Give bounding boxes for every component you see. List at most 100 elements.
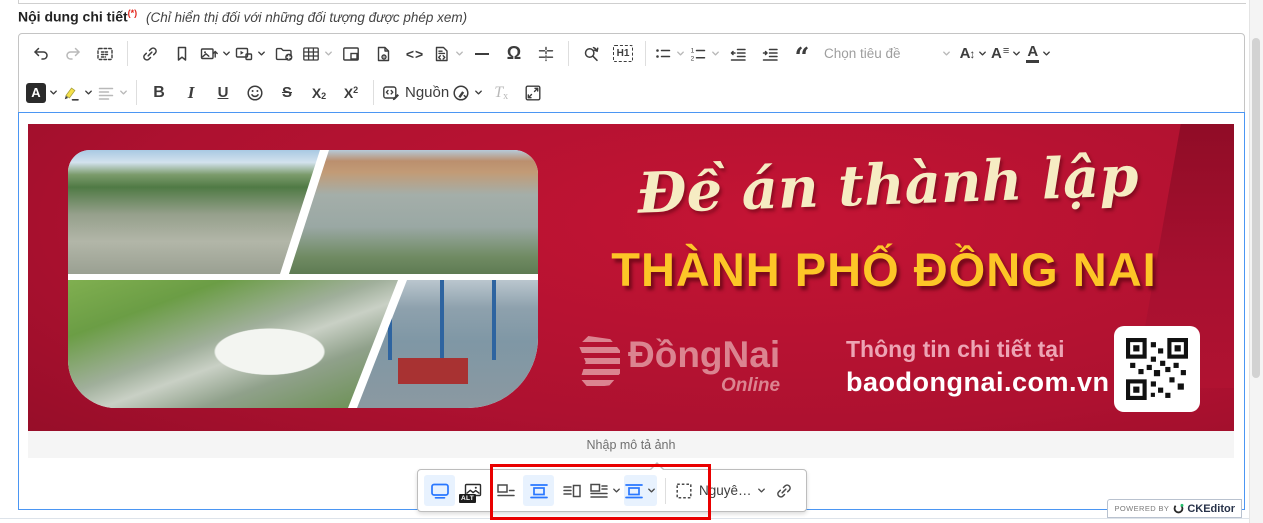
toolbar-row-2: A B I U S X2 X2 Nguồn Tx [25,73,1238,112]
insert-image-button[interactable] [198,39,233,69]
source-editing-button[interactable]: Nguồn [380,78,450,108]
redo-button[interactable] [57,39,89,69]
scrollbar-thumb[interactable] [1252,38,1260,378]
heading-dropdown-label: Chọn tiêu đề [824,46,901,61]
banner-info-url: baodongnai.com.vn [846,367,1114,398]
bookmark-button[interactable] [166,39,198,69]
undo-icon [31,44,51,64]
globe-edit-icon [451,83,471,103]
chevron-down-icon [323,48,334,59]
toolbar-row-1: <> Ω H1 “ Chọn tiêu đề A↕ A≡ A [25,34,1238,73]
superscript-button[interactable]: X2 [335,78,367,108]
page-template-button[interactable] [335,39,367,69]
font-background-color-button[interactable]: A [25,78,60,108]
chevron-down-icon [473,87,484,98]
source-editing-label: Nguồn [405,84,449,101]
editor-toolbar: <> Ω H1 “ Chọn tiêu đề A↕ A≡ A A [18,33,1245,113]
bold-button[interactable]: B [143,78,175,108]
decrease-indent-button[interactable] [722,39,754,69]
dongnai-online-logo: ĐồngNai Online [576,336,780,397]
template-icon [341,44,361,64]
increase-indent-button[interactable] [754,39,786,69]
top-divider [18,0,1246,4]
chevron-down-icon [1041,48,1052,59]
scrollbar-track [1249,0,1263,523]
insert-media-icon [234,44,254,64]
insert-table-button[interactable] [300,39,335,69]
font-family-button[interactable]: A≡ [990,39,1023,69]
text-alignment-button[interactable] [95,78,130,108]
decrease-indent-icon [728,44,748,64]
image-caption-field[interactable]: Nhập mô tả ảnh [28,431,1234,458]
banner-image[interactable]: Đề án thành lập THÀNH PHỐ ĐỒNG NAI ĐồngN… [28,124,1234,431]
bookmark-icon [172,44,192,64]
powered-by-text: POWERED BY [1114,504,1169,513]
html-embed-button[interactable] [431,39,466,69]
document-preview-icon [373,44,393,64]
logo-subtitle: Online [721,375,780,397]
font-size-button[interactable]: A↕ [958,39,990,69]
maximize-button[interactable] [517,78,549,108]
strikethrough-icon: S [282,84,292,101]
block-quote-button[interactable]: “ [786,39,818,69]
source-code-button[interactable]: <> [399,39,431,69]
html-embed-icon [432,44,452,64]
powered-by-badge[interactable]: POWERED BY CKEditor [1107,499,1242,518]
folder-plus-icon [274,44,294,64]
link-image-button[interactable] [769,475,800,506]
dongnai-logo-icon [576,336,620,388]
chevron-down-icon [454,48,465,59]
horizontal-line-button[interactable] [466,39,498,69]
toggle-caption-button[interactable] [424,475,455,506]
heading-dropdown[interactable]: Chọn tiêu đề [818,39,958,69]
redo-icon [63,44,83,64]
insert-media-button[interactable] [233,39,268,69]
strikethrough-button[interactable]: S [271,78,303,108]
subscript-button[interactable]: X2 [303,78,335,108]
bulleted-list-button[interactable] [652,39,687,69]
link-icon [774,481,794,501]
remove-format-button[interactable]: Tx [485,78,517,108]
emoji-button[interactable] [239,78,271,108]
superscript-icon: X2 [344,85,358,101]
underline-button[interactable]: U [207,78,239,108]
find-replace-icon [581,44,601,64]
select-all-icon [95,44,115,64]
chevron-down-icon [221,48,232,59]
special-characters-button[interactable]: Ω [498,39,530,69]
select-all-button[interactable] [89,39,121,69]
heading-h1-button[interactable]: H1 [607,39,639,69]
numbered-list-button[interactable] [687,39,722,69]
insert-file-button[interactable] [268,39,300,69]
globe-edit-button[interactable] [450,78,485,108]
page-break-button[interactable] [530,39,562,69]
rich-text-editor: <> Ω H1 “ Chọn tiêu đề A↕ A≡ A A [18,33,1245,510]
undo-button[interactable] [25,39,57,69]
field-label-row: Nội dung chi tiết(*) (Chỉ hiển thị đối v… [18,8,467,25]
chevron-down-icon [118,87,129,98]
quote-icon: “ [795,43,810,63]
alt-text-button[interactable]: ALT [457,475,488,506]
collage-row-bottom [68,280,538,408]
font-family-icon: A≡ [991,45,1009,62]
document-preview-button[interactable] [367,39,399,69]
highlight-button[interactable] [60,78,95,108]
toolbar-separator [373,80,374,105]
toolbar-separator [136,80,137,105]
italic-icon: I [188,83,195,103]
find-replace-button[interactable] [575,39,607,69]
bold-icon: B [153,85,165,101]
chevron-down-icon [83,87,94,98]
ckeditor-brand: CKEditor [1187,503,1235,515]
chevron-down-icon [675,48,686,59]
italic-button[interactable]: I [175,78,207,108]
chevron-down-icon [756,485,767,496]
toolbar-separator [645,41,646,66]
font-color-button[interactable]: A [1023,39,1055,69]
link-button[interactable] [134,39,166,69]
caption-placeholder: Nhập mô tả ảnh [587,438,676,452]
banner-info: Thông tin chi tiết tại baodongnai.com.vn [846,336,1114,398]
editor-content-area[interactable]: Đề án thành lập THÀNH PHỐ ĐỒNG NAI ĐồngN… [18,112,1245,510]
font-size-icon: A↕ [960,45,976,62]
image-widget[interactable]: Đề án thành lập THÀNH PHỐ ĐỒNG NAI ĐồngN… [28,124,1234,458]
